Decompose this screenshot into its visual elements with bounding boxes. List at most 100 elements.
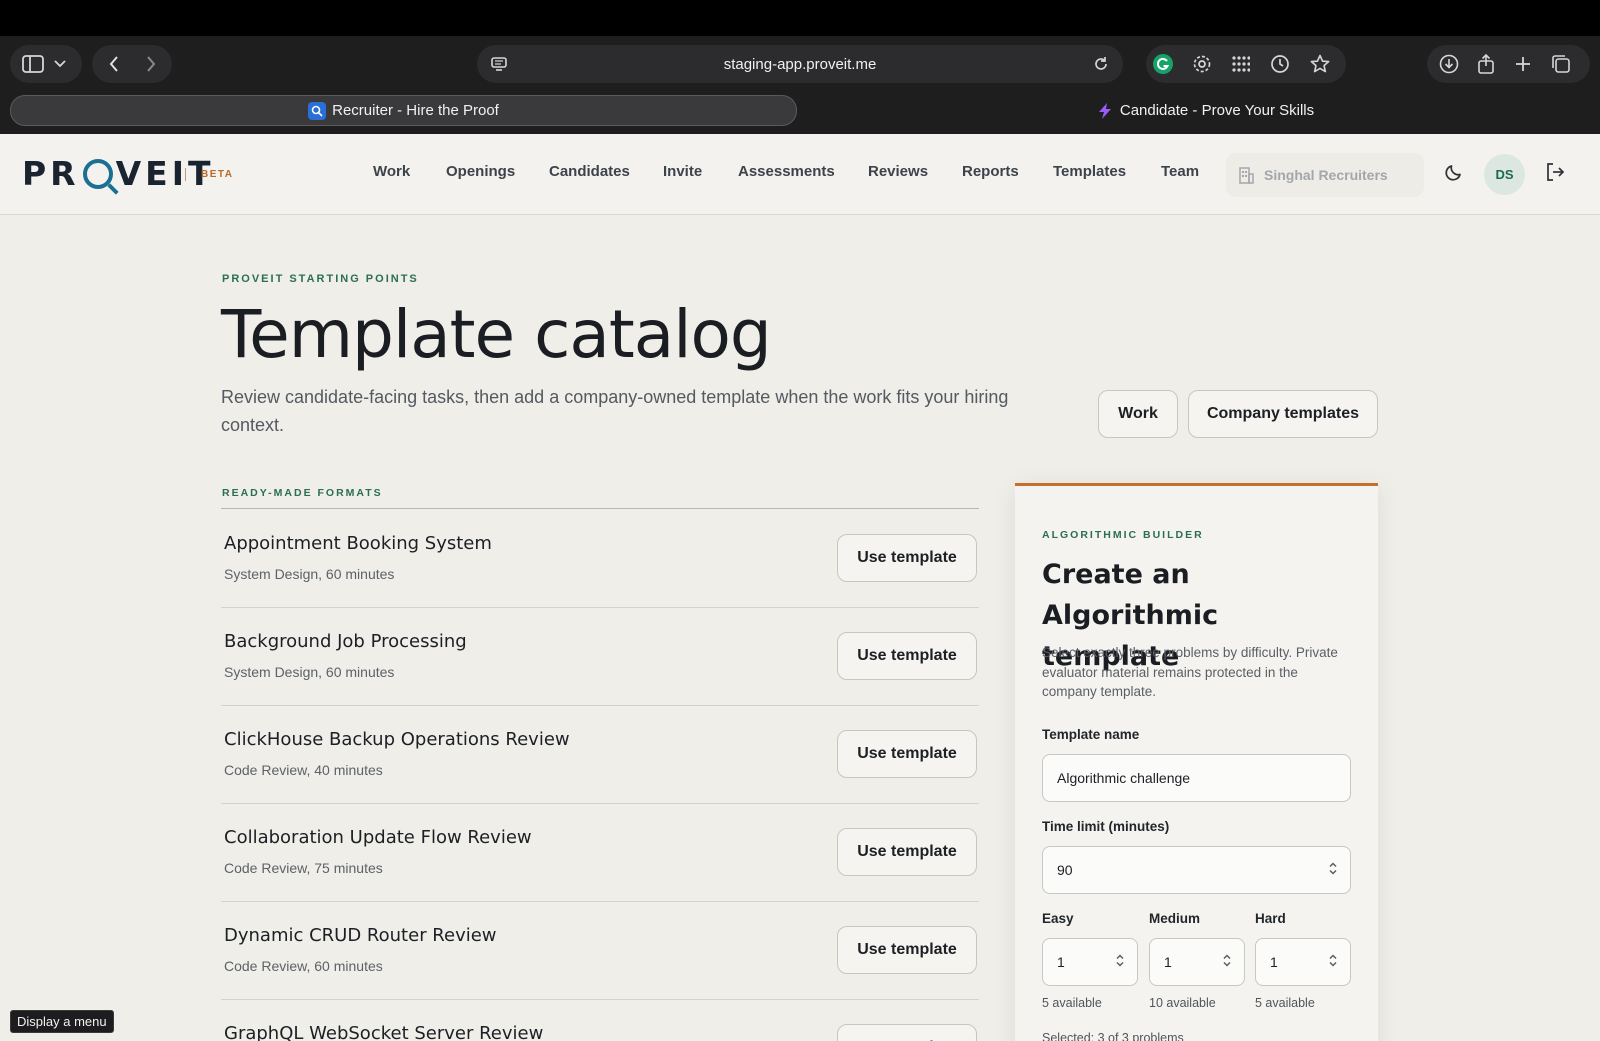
use-template-button[interactable]: Use template xyxy=(837,730,977,778)
download-icon[interactable] xyxy=(1439,54,1459,74)
apps-grid-icon[interactable] xyxy=(1232,55,1250,73)
gear-icon[interactable] xyxy=(1192,54,1212,74)
tab-recruiter[interactable]: Recruiter - Hire the Proof xyxy=(10,95,797,126)
template-meta: Code Review, 75 minutes xyxy=(224,860,383,876)
nav-assessments[interactable]: Assessments xyxy=(738,163,835,180)
tab-overview-icon[interactable] xyxy=(1551,54,1571,74)
easy-label: Easy xyxy=(1042,911,1074,926)
url-text[interactable]: staging-app.proveit.me xyxy=(724,56,877,73)
toolbar-actions-group xyxy=(1427,45,1590,83)
template-meta: System Design, 60 minutes xyxy=(224,566,395,582)
browser-chrome: staging-app.proveit.me Recruiter - Hire … xyxy=(0,0,1600,134)
stepper-icon[interactable] xyxy=(1328,862,1338,879)
easy-available: 5 available xyxy=(1042,996,1102,1010)
easy-count-value: 1 xyxy=(1057,954,1065,970)
nav-templates[interactable]: Templates xyxy=(1053,163,1126,180)
hard-label: Hard xyxy=(1255,911,1286,926)
list-item: Appointment Booking System System Design… xyxy=(221,509,979,607)
builder-eyebrow: ALGORITHMIC BUILDER xyxy=(1042,529,1204,541)
use-template-button[interactable]: Use template xyxy=(837,926,977,974)
page-description: Review candidate-facing tasks, then add … xyxy=(221,387,1009,435)
nav-reports[interactable]: Reports xyxy=(962,163,1019,180)
medium-count-input[interactable]: 1 xyxy=(1149,938,1245,986)
time-limit-value: 90 xyxy=(1057,862,1073,878)
template-title: Background Job Processing xyxy=(224,631,467,652)
organization-switcher[interactable]: Singhal Recruiters xyxy=(1226,153,1424,197)
tooltip: Display a menu xyxy=(10,1010,114,1033)
tab-label: Candidate - Prove Your Skills xyxy=(1119,102,1315,119)
time-limit-label: Time limit (minutes) xyxy=(1042,819,1170,834)
lightning-icon xyxy=(1096,102,1114,120)
work-button[interactable]: Work xyxy=(1098,390,1178,438)
app-header: PR VEIT BETA Work Openings Candidates In… xyxy=(0,134,1600,215)
nav-team[interactable]: Team xyxy=(1161,163,1199,180)
tab-label: Recruiter - Hire the Proof xyxy=(332,102,499,119)
back-arrow-icon[interactable] xyxy=(109,56,119,72)
moon-icon[interactable] xyxy=(1444,162,1464,182)
chevron-down-icon[interactable] xyxy=(54,60,66,68)
magnifier-icon xyxy=(82,158,113,189)
nav-work[interactable]: Work xyxy=(373,163,410,180)
template-title: Appointment Booking System xyxy=(224,533,492,554)
beta-badge: BETA xyxy=(185,168,233,181)
template-name-label: Template name xyxy=(1042,727,1140,742)
company-templates-button[interactable]: Company templates xyxy=(1188,390,1378,438)
algorithmic-builder-panel: ALGORITHMIC BUILDER Create an Algorithmi… xyxy=(1015,483,1378,1041)
stepper-icon[interactable] xyxy=(1328,954,1338,971)
address-bar[interactable]: staging-app.proveit.me xyxy=(477,45,1123,83)
nav-invite[interactable]: Invite xyxy=(663,163,702,180)
window-titlebar xyxy=(0,0,1600,36)
template-title: ClickHouse Backup Operations Review xyxy=(224,729,570,750)
new-tab-plus-icon[interactable] xyxy=(1515,56,1531,72)
selected-count: Selected: 3 of 3 problems xyxy=(1042,1031,1184,1041)
extensions-group xyxy=(1146,45,1346,83)
history-nav-group xyxy=(92,45,172,83)
organization-name: Singhal Recruiters xyxy=(1264,167,1388,183)
template-title: GraphQL WebSocket Server Review xyxy=(224,1023,544,1041)
hard-count-input[interactable]: 1 xyxy=(1255,938,1351,986)
sidebar-icon[interactable] xyxy=(22,55,44,73)
list-item: Dynamic CRUD Router Review Code Review, … xyxy=(221,901,979,999)
stepper-icon[interactable] xyxy=(1115,954,1125,971)
use-template-button[interactable]: Use template xyxy=(837,534,977,582)
bookmark-star-icon[interactable] xyxy=(1310,54,1330,74)
history-clock-icon[interactable] xyxy=(1270,54,1290,74)
reload-icon[interactable] xyxy=(1093,56,1109,72)
list-item: Background Job Processing System Design,… xyxy=(221,607,979,705)
time-limit-input[interactable]: 90 xyxy=(1042,846,1351,894)
template-meta: Code Review, 40 minutes xyxy=(224,762,383,778)
hard-available: 5 available xyxy=(1255,996,1315,1010)
grammarly-icon[interactable] xyxy=(1152,53,1174,75)
stepper-icon[interactable] xyxy=(1222,954,1232,971)
easy-count-input[interactable]: 1 xyxy=(1042,938,1138,986)
template-meta: System Design, 60 minutes xyxy=(224,664,395,680)
medium-label: Medium xyxy=(1149,911,1201,926)
template-name-input[interactable]: Algorithmic challenge xyxy=(1042,754,1351,802)
catalog-eyebrow: READY-MADE FORMATS xyxy=(222,487,383,499)
template-name-value: Algorithmic challenge xyxy=(1057,770,1191,786)
template-meta: Code Review, 60 minutes xyxy=(224,958,383,974)
avatar[interactable]: DS xyxy=(1484,154,1525,195)
nav-reviews[interactable]: Reviews xyxy=(868,163,928,180)
recruiter-favicon xyxy=(308,101,327,120)
use-template-button[interactable]: Use template xyxy=(837,1024,977,1041)
list-item: Collaboration Update Flow Review Code Re… xyxy=(221,803,979,901)
logout-icon[interactable] xyxy=(1545,162,1565,182)
use-template-button[interactable]: Use template xyxy=(837,632,977,680)
list-item: GraphQL WebSocket Server Review Use temp… xyxy=(221,999,979,1041)
share-icon[interactable] xyxy=(1477,54,1495,74)
nav-candidates[interactable]: Candidates xyxy=(549,163,630,180)
building-icon xyxy=(1238,166,1254,184)
medium-count-value: 1 xyxy=(1164,954,1172,970)
sidebar-toggle-group[interactable] xyxy=(10,45,82,83)
nav-openings[interactable]: Openings xyxy=(446,163,515,180)
hero-eyebrow: PROVEIT STARTING POINTS xyxy=(222,273,419,285)
page-title: Template catalog xyxy=(221,296,772,373)
template-title: Dynamic CRUD Router Review xyxy=(224,925,497,946)
use-template-button[interactable]: Use template xyxy=(837,828,977,876)
forward-arrow-icon[interactable] xyxy=(146,56,156,72)
page-menu-icon[interactable] xyxy=(491,56,507,72)
logo-text-left: PR xyxy=(22,154,80,193)
medium-available: 10 available xyxy=(1149,996,1216,1010)
tab-candidate[interactable]: Candidate - Prove Your Skills xyxy=(820,95,1590,126)
